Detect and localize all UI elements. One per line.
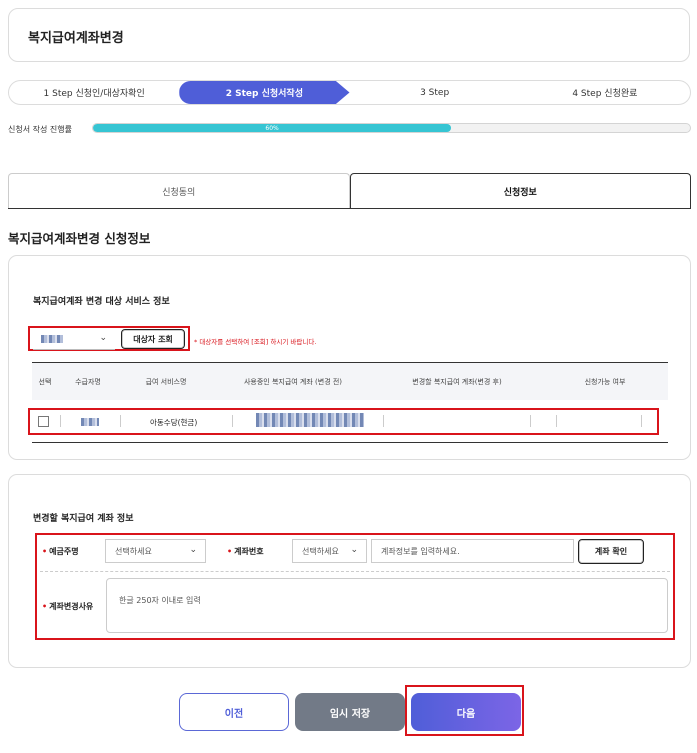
tab-bar: 신청동의 신청정보: [8, 173, 691, 209]
temp-save-button[interactable]: 임시 저장: [295, 693, 405, 731]
col-eligibility: 신청가능 여부: [584, 377, 626, 386]
table-header: 선택 수급자명 급여 서비스명 사용중인 복지급여 계좌 (변경 전) 변경할 …: [32, 362, 668, 400]
next-button[interactable]: 다음: [411, 693, 521, 731]
account-number-input[interactable]: 계좌정보를 입력하세요.: [371, 539, 574, 563]
tab-application-info[interactable]: 신청정보: [349, 173, 691, 208]
progress-bar: 60%: [92, 123, 691, 133]
account-number-label: • 계좌번호: [227, 547, 264, 556]
col-current-account: 사용중인 복지급여 계좌 (변경 전): [243, 377, 343, 386]
section-title: 복지급여계좌변경 신청정보: [8, 231, 151, 246]
account-info-heading: 변경할 복지급여 계좌 정보: [33, 514, 134, 524]
col-recipient: 수급자명: [75, 377, 101, 386]
bank-label: • 예금주명: [42, 547, 79, 556]
page-title: 복지급여계좌변경: [8, 8, 690, 62]
verify-account-button[interactable]: 계좌 확인: [578, 539, 644, 564]
service-info-heading: 복지급여계좌 변경 대상 서비스 정보: [33, 297, 170, 307]
col-service: 급여 서비스명: [145, 377, 187, 386]
reason-textarea[interactable]: 한글 250자 이내로 입력: [106, 578, 668, 633]
step-3: 3 Step: [420, 87, 450, 98]
lookup-button[interactable]: 대상자 조회: [121, 329, 185, 349]
bank-select[interactable]: 선택하세요 ⌄: [105, 539, 206, 563]
prev-button[interactable]: 이전: [179, 693, 289, 731]
tab-consent[interactable]: 신청동의: [8, 173, 350, 208]
progress-label: 신청서 작성 진행률: [8, 125, 72, 134]
account-type-select[interactable]: 선택하세요 ⌄: [292, 539, 367, 563]
row-service-name: 아동수당(현금): [150, 418, 198, 427]
step-indicator: 1 Step 신청인/대상자확인 2 Step 신청서작성 3 Step 4 S…: [8, 80, 691, 105]
redacted-name: [41, 335, 63, 343]
step-4: 4 Step 신청완료: [572, 89, 638, 99]
col-select: 선택: [38, 377, 52, 386]
redacted-account: [256, 413, 364, 427]
chevron-down-icon: ⌄: [99, 333, 107, 343]
progress-fill: 60%: [93, 124, 452, 132]
step-2: 2 Step 신청서작성: [179, 81, 350, 104]
chevron-down-icon: ⌄: [189, 545, 197, 555]
col-new-account: 변경할 복지급여 계좌(변경 후): [412, 377, 502, 386]
chevron-down-icon: ⌄: [350, 545, 358, 555]
row-checkbox[interactable]: [38, 416, 49, 427]
reason-label: • 계좌변경사유: [42, 602, 94, 611]
redacted-recipient: [81, 418, 99, 426]
lookup-notice: * 대상자를 선택하여 [조회] 하시기 바랍니다.: [194, 338, 317, 346]
target-select[interactable]: ⌄: [33, 329, 115, 350]
step-1: 1 Step 신청인/대상자확인: [43, 89, 145, 99]
